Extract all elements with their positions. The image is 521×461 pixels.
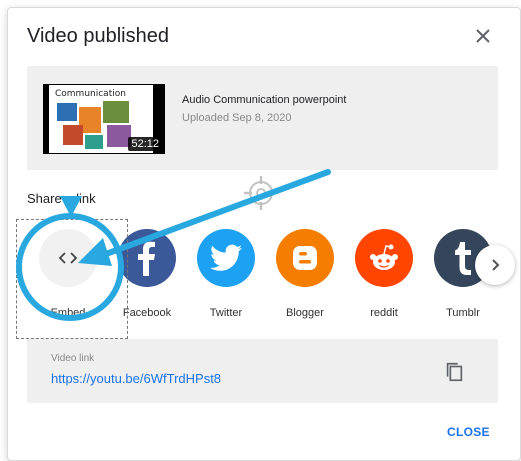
chevron-right-icon [492, 259, 500, 271]
share-next-button[interactable] [475, 245, 515, 285]
reddit-button[interactable] [355, 229, 413, 287]
tumblr-icon [455, 242, 471, 275]
reddit-icon [370, 244, 398, 270]
video-upload-date: Uploaded Sep 8, 2020 [182, 112, 292, 124]
video-link-box: Video link https://youtu.be/6WfTrdHPst8 [27, 339, 498, 403]
video-link-label: Video link [51, 353, 95, 364]
video-thumbnail[interactable]: Communication 52:12 [43, 84, 165, 154]
share-reddit[interactable]: reddit [352, 229, 416, 319]
video-link-url[interactable]: https://youtu.be/6WfTrdHPst8 [51, 371, 221, 386]
thumbnail-image [57, 103, 77, 121]
share-blogger[interactable]: Blogger [273, 229, 337, 319]
share-label-twitter: Twitter [209, 307, 243, 319]
video-title: Audio Communication powerpoint [182, 94, 347, 106]
share-twitter[interactable]: Twitter [194, 229, 258, 319]
highlight-dashed-box [16, 219, 128, 339]
thumbnail-title: Communication [55, 89, 126, 99]
thumbnail-image [107, 125, 131, 147]
twitter-icon [210, 244, 242, 271]
share-label-tumblr: Tumblr [446, 307, 480, 319]
video-duration: 52:12 [128, 137, 162, 151]
thumbnail-image [103, 101, 129, 123]
dialog-title: Video published [27, 25, 169, 47]
share-label-reddit: reddit [370, 307, 398, 319]
close-button[interactable]: CLOSE [447, 425, 490, 439]
video-card: Communication 52:12 Audio Communication … [27, 66, 498, 170]
share-label-blogger: Blogger [286, 307, 324, 319]
copy-icon[interactable] [443, 361, 465, 383]
thumbnail-image [63, 125, 83, 145]
blogger-icon [293, 246, 317, 270]
share-section-label: Share a link [27, 191, 96, 206]
thumbnail-image [85, 135, 103, 149]
facebook-icon [138, 241, 155, 276]
close-icon[interactable] [471, 24, 495, 48]
blogger-button[interactable] [276, 229, 334, 287]
twitter-button[interactable] [197, 229, 255, 287]
